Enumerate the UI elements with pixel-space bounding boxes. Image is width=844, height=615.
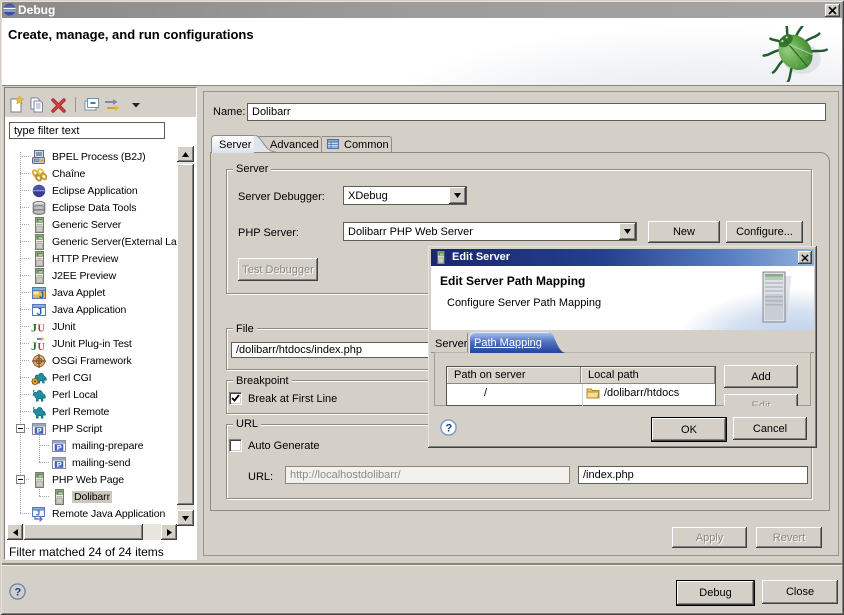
svg-text:?: ? xyxy=(15,587,22,599)
svg-text:?: ? xyxy=(446,423,453,435)
